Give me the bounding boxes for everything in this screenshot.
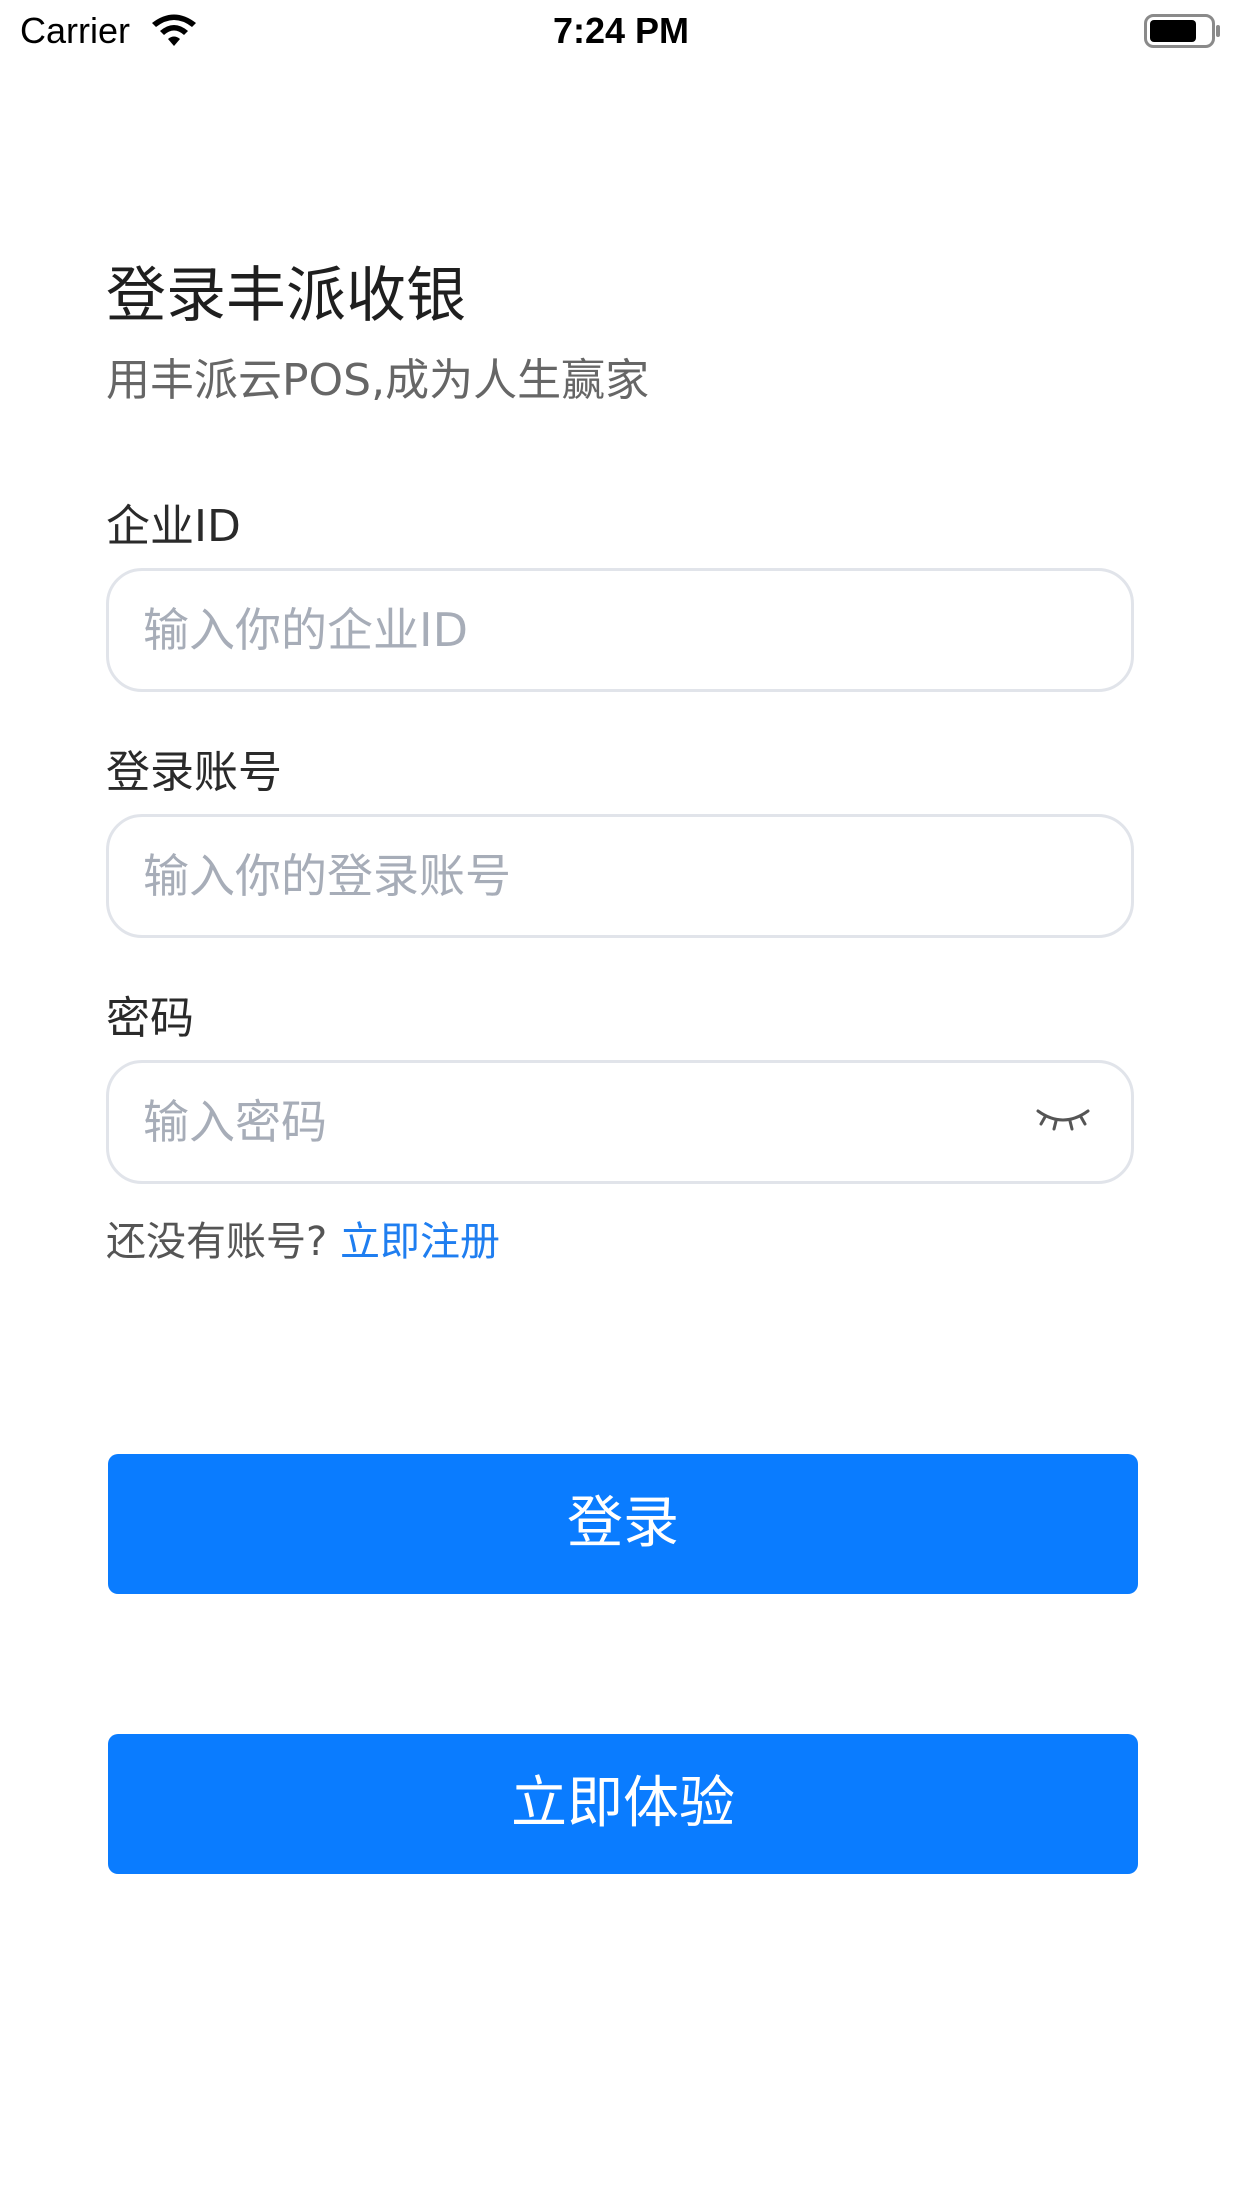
company-id-input[interactable] bbox=[143, 571, 1003, 689]
password-label: 密码 bbox=[106, 993, 194, 1044]
page-subtitle: 用丰派云POS,成为人生赢家 bbox=[106, 355, 650, 406]
company-id-field[interactable] bbox=[106, 568, 1134, 692]
account-input[interactable] bbox=[143, 817, 1003, 935]
password-input[interactable] bbox=[143, 1063, 1003, 1181]
company-id-label: 企业ID bbox=[106, 501, 241, 552]
register-line: 还没有账号? 立即注册 bbox=[106, 1214, 500, 1270]
register-link[interactable]: 立即注册 bbox=[340, 1219, 500, 1265]
status-bar: Carrier 7:24 PM bbox=[0, 0, 1242, 62]
account-field[interactable] bbox=[106, 814, 1134, 938]
account-label: 登录账号 bbox=[106, 747, 282, 798]
trial-button[interactable]: 立即体验 bbox=[108, 1734, 1138, 1874]
register-prompt: 还没有账号? bbox=[106, 1219, 328, 1265]
battery-icon bbox=[1144, 14, 1220, 48]
page-title: 登录丰派收银 bbox=[106, 261, 466, 331]
login-button[interactable]: 登录 bbox=[108, 1454, 1138, 1594]
eye-closed-icon[interactable] bbox=[1035, 1105, 1091, 1137]
password-field[interactable] bbox=[106, 1060, 1134, 1184]
status-time: 7:24 PM bbox=[552, 10, 690, 51]
